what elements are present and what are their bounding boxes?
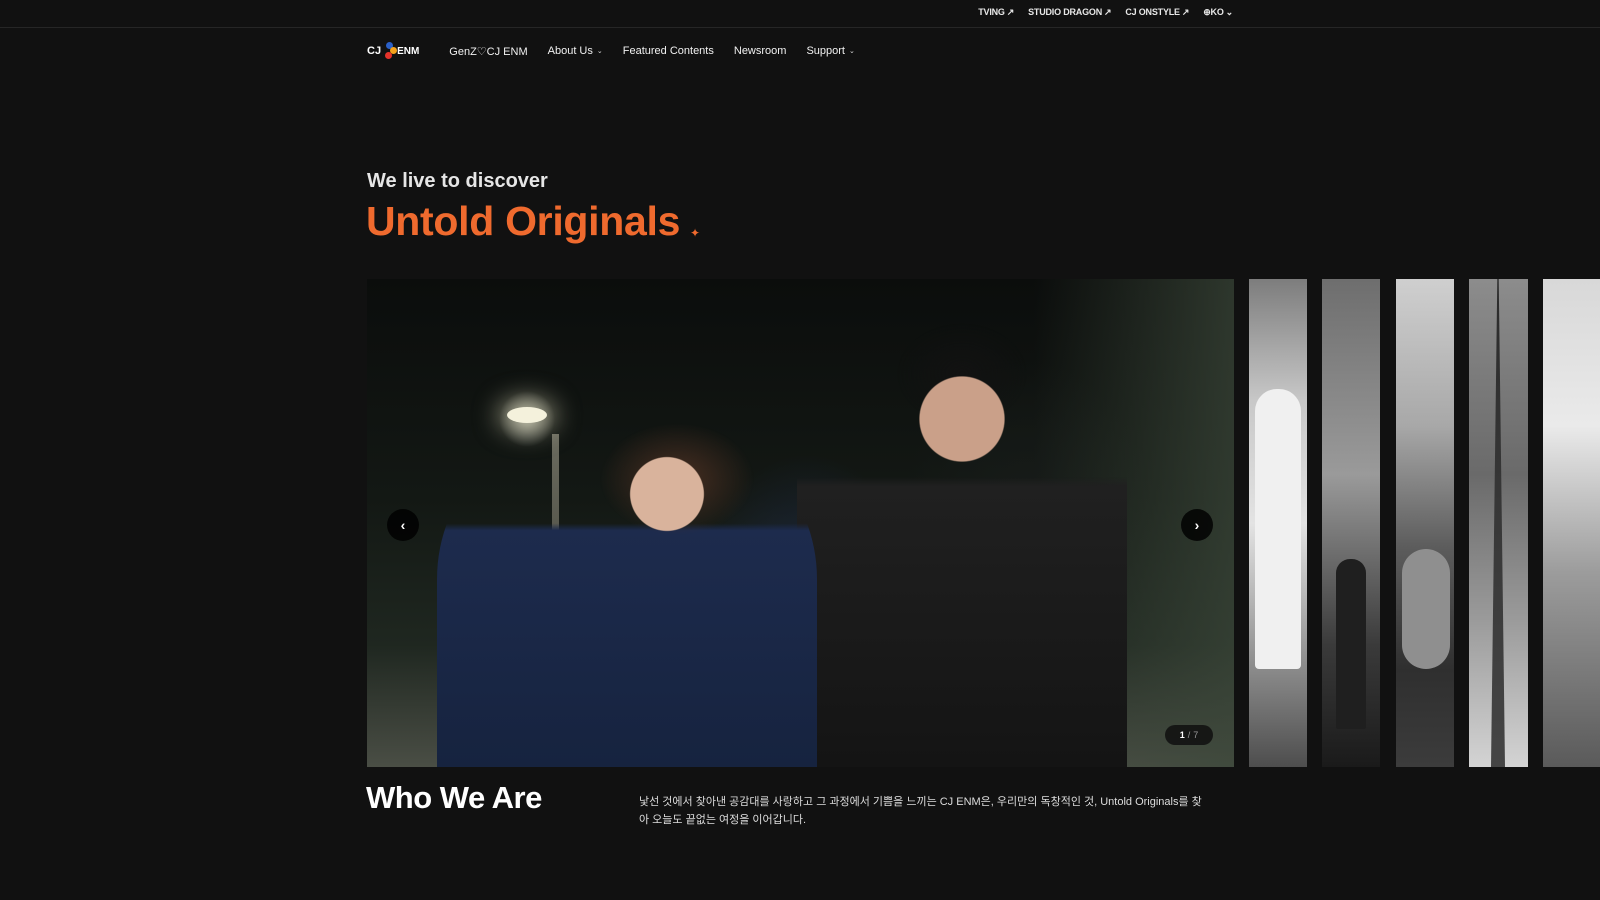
language-label: KO bbox=[1210, 7, 1224, 17]
carousel-prev-button[interactable]: ‹ bbox=[387, 509, 419, 541]
utility-links: TVING ↗ STUDIO DRAGON ↗ CJ ONSTYLE ↗ ⊕KO ⌄ bbox=[978, 7, 1233, 18]
carousel-total: 7 bbox=[1193, 730, 1199, 740]
logo-mark-icon bbox=[382, 40, 398, 62]
utility-bar: TVING ↗ STUDIO DRAGON ↗ CJ ONSTYLE ↗ ⊕KO ⌄ bbox=[0, 0, 1600, 28]
thumbnail-figure bbox=[1402, 549, 1450, 669]
nav-item-newsroom[interactable]: Newsroom bbox=[734, 45, 787, 57]
chevron-left-icon: ‹ bbox=[400, 517, 406, 533]
chevron-down-icon: ⌄ bbox=[596, 48, 603, 55]
external-link-icon: ↗ bbox=[1181, 7, 1190, 17]
chevron-right-icon: › bbox=[1194, 517, 1200, 533]
carousel-main-slide[interactable] bbox=[367, 279, 1234, 767]
logo-enm-text: ENM bbox=[397, 45, 420, 57]
nav-item-featured-contents[interactable]: Featured Contents bbox=[623, 45, 714, 57]
thumbnail-figure bbox=[1336, 559, 1366, 729]
carousel-separator: / bbox=[1187, 730, 1191, 740]
utility-link-label: STUDIO DRAGON bbox=[1028, 7, 1102, 17]
carousel-current: 1 bbox=[1179, 730, 1185, 740]
carousel-counter: 1 / 7 bbox=[1165, 725, 1213, 745]
globe-icon: ⊕ bbox=[1203, 7, 1211, 17]
nav-label: GenZ♡CJ ENM bbox=[449, 45, 528, 58]
carousel-thumbnail-4[interactable] bbox=[1469, 279, 1528, 767]
figure-woman bbox=[437, 419, 817, 767]
external-link-icon: ↗ bbox=[1006, 7, 1015, 17]
external-link-icon: ↗ bbox=[1104, 7, 1112, 17]
language-selector[interactable]: ⊕KO ⌄ bbox=[1203, 7, 1233, 18]
carousel-thumbnail-5[interactable] bbox=[1543, 279, 1600, 767]
nav-label: About Us bbox=[547, 45, 593, 57]
who-we-are-description: 낯선 것에서 찾아낸 공감대를 사랑하고 그 과정에서 기쁨을 느끼는 CJ E… bbox=[639, 796, 1202, 826]
brand-logo[interactable]: CJ ENM bbox=[367, 40, 419, 62]
carousel-thumbnail-1[interactable] bbox=[1249, 279, 1307, 767]
logo-dot-red bbox=[385, 52, 393, 59]
nav-label: Support bbox=[806, 45, 845, 57]
eiffel-tower-shape bbox=[1491, 279, 1505, 767]
hero-title: Untold Originals bbox=[366, 198, 681, 244]
nav-item-genz[interactable]: GenZ♡CJ ENM bbox=[449, 45, 527, 58]
logo-cj-text: CJ bbox=[367, 45, 382, 57]
nav-label: Featured Contents bbox=[622, 45, 714, 57]
carousel-next-button[interactable]: › bbox=[1181, 509, 1213, 541]
thumbnail-figure bbox=[1255, 389, 1301, 669]
utility-link-label: TVING bbox=[978, 7, 1005, 17]
chevron-down-icon: ⌄ bbox=[1225, 7, 1234, 17]
who-we-are-title: Who We Are bbox=[366, 780, 542, 815]
street-lamp-light bbox=[507, 407, 547, 423]
utility-link-label: CJ ONSTYLE bbox=[1125, 7, 1180, 17]
carousel-thumbnail-3[interactable] bbox=[1396, 279, 1454, 767]
utility-link-cj-onstyle[interactable]: CJ ONSTYLE ↗ bbox=[1125, 7, 1189, 18]
nav-label: Newsroom bbox=[733, 45, 787, 57]
carousel-thumbnail-2[interactable] bbox=[1322, 279, 1380, 767]
figure-man bbox=[797, 299, 1127, 767]
nav-item-about-us[interactable]: About Us ⌄ bbox=[548, 45, 603, 57]
main-nav: CJ ENM GenZ♡CJ ENM About Us ⌄ Featured Co… bbox=[367, 38, 875, 64]
chevron-down-icon: ⌄ bbox=[848, 48, 855, 55]
utility-link-tving[interactable]: TVING ↗ bbox=[978, 7, 1014, 18]
nav-item-support[interactable]: Support ⌄ bbox=[806, 45, 854, 57]
utility-link-studio-dragon[interactable]: STUDIO DRAGON ↗ bbox=[1028, 7, 1111, 18]
hero-kicker: We live to discover bbox=[367, 170, 548, 192]
sparkle-icon: ✦ bbox=[690, 226, 701, 240]
